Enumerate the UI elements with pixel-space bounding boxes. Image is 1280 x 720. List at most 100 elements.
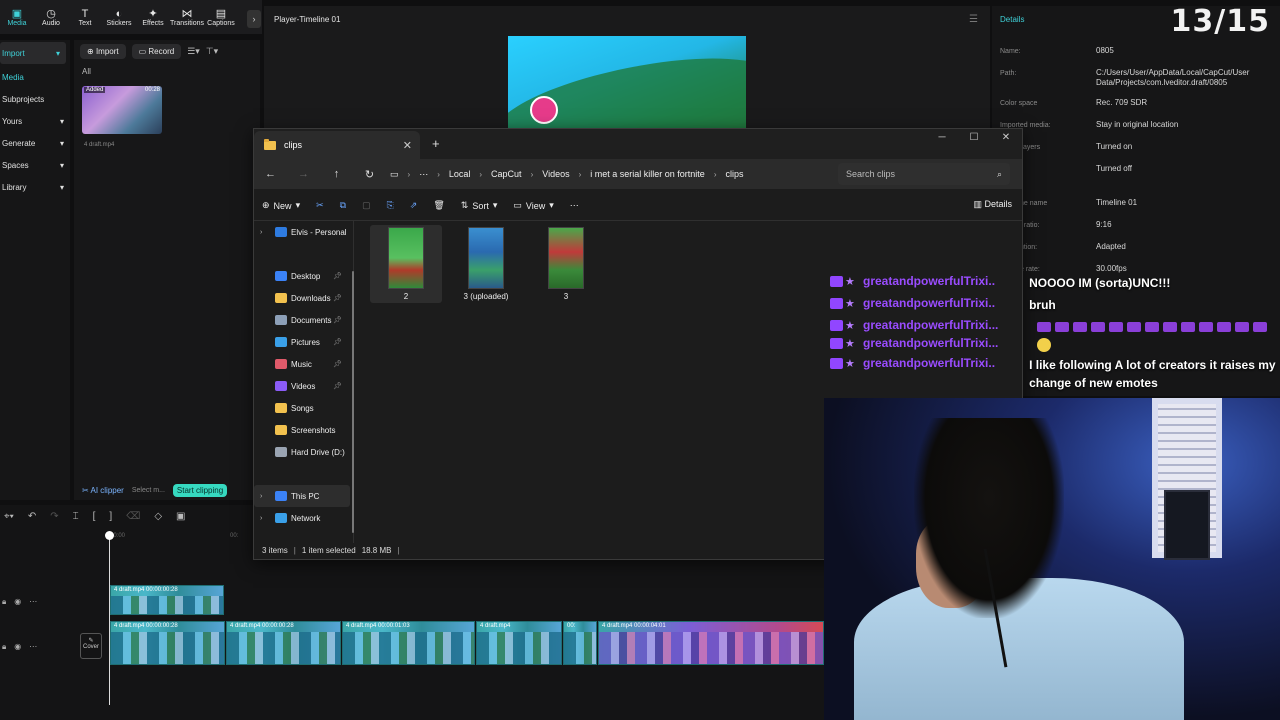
- nav-scrollbar[interactable]: [352, 271, 354, 533]
- redo-icon[interactable]: ↷: [50, 511, 58, 522]
- details-pane-button[interactable]: ▥ Details: [973, 199, 1012, 210]
- trim-right-icon[interactable]: ]: [109, 511, 112, 522]
- nav-item-network[interactable]: › Network: [254, 507, 350, 529]
- undo-icon[interactable]: ↶: [28, 511, 36, 522]
- copy-button[interactable]: ⧉: [332, 200, 354, 211]
- file-item[interactable]: 3 (uploaded): [450, 225, 522, 303]
- media-thumbnail[interactable]: Added 00:28: [82, 86, 162, 134]
- monitor-icon[interactable]: ▭: [390, 169, 399, 180]
- nav-item-hard-drive[interactable]: Hard Drive (D:): [254, 441, 350, 463]
- crop-icon[interactable]: ▣: [176, 511, 185, 522]
- chevron-right-icon[interactable]: ›: [247, 10, 261, 28]
- paste-button[interactable]: ▢: [354, 200, 379, 211]
- tab-clips[interactable]: clips ✕: [254, 131, 420, 159]
- timeline-clip[interactable]: 4 draft.mp4: [476, 621, 562, 665]
- breadcrumb-item[interactable]: CapCut: [491, 169, 522, 179]
- sort-icon[interactable]: ☰▾: [187, 46, 200, 57]
- close-icon[interactable]: ✕: [403, 139, 412, 152]
- rename-button[interactable]: ⎘: [379, 200, 402, 211]
- breadcrumb-item[interactable]: clips: [725, 169, 743, 179]
- menu-icon[interactable]: ☰: [969, 14, 978, 25]
- nav-item-documents[interactable]: Documents 📌︎: [254, 309, 350, 331]
- nav-item-desktop[interactable]: Desktop 📌︎: [254, 265, 350, 287]
- nav-item-music[interactable]: Music 📌︎: [254, 353, 350, 375]
- file-item[interactable]: 2: [370, 225, 442, 303]
- timeline-clip[interactable]: 00:: [563, 621, 597, 665]
- share-button[interactable]: ⇗: [402, 200, 426, 211]
- sort-button[interactable]: ⇅ Sort ▾: [453, 200, 506, 211]
- refresh-icon[interactable]: ↻: [353, 168, 386, 181]
- delete-button[interactable]: 🗑︎: [425, 200, 452, 211]
- file-item[interactable]: 3: [530, 225, 602, 303]
- ai-clipper-button[interactable]: ✂ AI clipper: [82, 486, 124, 495]
- tool-audio[interactable]: ◷ Audio: [34, 0, 68, 34]
- split-icon[interactable]: ⌶: [73, 511, 79, 522]
- cut-button[interactable]: ✂: [308, 200, 332, 211]
- sidebar-item-subprojects[interactable]: Subprojects: [0, 88, 70, 110]
- more-icon[interactable]: ⋯: [29, 642, 37, 652]
- more-icon[interactable]: ⋯: [419, 169, 428, 180]
- search-input[interactable]: Search clips ⌕: [838, 163, 1010, 185]
- select-tool-icon[interactable]: ⌖▾: [4, 511, 14, 522]
- nav-item-videos[interactable]: Videos 📌︎: [254, 375, 350, 397]
- more-icon[interactable]: ⋯: [29, 597, 37, 607]
- view-button[interactable]: ▭ View ▾: [505, 200, 561, 211]
- filter-icon[interactable]: ⊤▾: [206, 46, 218, 57]
- timeline-clip[interactable]: 4 draft.mp4 00:00:01:03: [342, 621, 475, 665]
- tool-stickers[interactable]: ◐ Stickers: [102, 0, 136, 34]
- new-button[interactable]: ⊕ New ▾: [254, 200, 308, 211]
- sidebar-item-generate[interactable]: Generate ▾: [0, 132, 70, 154]
- minimize-icon[interactable]: ─: [926, 129, 958, 149]
- record-button[interactable]: ▭ Record: [131, 44, 182, 59]
- breadcrumb-item[interactable]: Videos: [542, 169, 569, 179]
- timeline-clip[interactable]: 4 draft.mp4 00:00:00:28: [110, 621, 225, 665]
- filter-all[interactable]: All: [74, 63, 260, 80]
- up-icon[interactable]: ↑: [320, 168, 353, 180]
- tool-captions[interactable]: ▤ Captions: [204, 0, 238, 34]
- sidebar-item-yours[interactable]: Yours ▾: [0, 110, 70, 132]
- delete-icon[interactable]: ⌫: [126, 511, 140, 522]
- sidebar-item-import[interactable]: Import ▾: [0, 42, 66, 64]
- more-options-button[interactable]: ⋯: [562, 200, 587, 211]
- back-icon[interactable]: ←: [254, 168, 287, 180]
- sidebar-item-spaces[interactable]: Spaces ▾: [0, 154, 70, 176]
- timeline-clip[interactable]: 4 draft.mp4 00:00:00:28: [110, 585, 224, 615]
- breadcrumb-item[interactable]: i met a serial killer on fortnite: [590, 169, 705, 179]
- import-button[interactable]: ⊕ Import: [80, 44, 126, 59]
- sidebar-item-media[interactable]: Media: [0, 66, 70, 88]
- sidebar-item-library[interactable]: Library ▾: [0, 176, 70, 198]
- forward-icon[interactable]: →: [287, 168, 320, 180]
- details-value: C:/Users/User/AppData/Local/CapCut/User …: [1096, 68, 1250, 87]
- eye-icon[interactable]: ◉: [14, 642, 21, 652]
- breadcrumb-item[interactable]: Local: [449, 169, 471, 179]
- tool-transitions[interactable]: ⋈ Transitions: [170, 0, 204, 34]
- tool-media[interactable]: ▣ Media: [0, 0, 34, 34]
- video-preview[interactable]: [508, 36, 746, 130]
- nav-item-pictures[interactable]: Pictures 📌︎: [254, 331, 350, 353]
- nav-item-this-pc[interactable]: › This PC: [254, 485, 350, 507]
- eye-icon[interactable]: ◉: [14, 597, 21, 607]
- start-clipping-button[interactable]: Start clipping: [172, 483, 228, 497]
- playhead[interactable]: [105, 531, 114, 705]
- lock-icon[interactable]: 🔒︎: [2, 642, 6, 652]
- select-media-dropdown[interactable]: Select m...: [132, 487, 165, 494]
- nav-item-songs[interactable]: Songs: [254, 397, 350, 419]
- chevron-right-icon: ›: [578, 169, 582, 179]
- cover-button[interactable]: ✎ Cover: [80, 633, 102, 659]
- trim-left-icon[interactable]: [: [93, 511, 96, 522]
- new-tab-button[interactable]: +: [432, 136, 440, 151]
- nav-item-downloads[interactable]: Downloads 📌︎: [254, 287, 350, 309]
- tool-text[interactable]: T Text: [68, 0, 102, 34]
- nav-item-onedrive[interactable]: › Elvis - Personal: [254, 221, 350, 243]
- timeline-clip[interactable]: 4 draft.mp4 00:00:00:28: [226, 621, 341, 665]
- shield-icon[interactable]: ◇: [154, 511, 162, 522]
- media-icon: ▣: [11, 7, 23, 20]
- lock-icon[interactable]: 🔒︎: [2, 597, 6, 607]
- chevron-down-icon: ▾: [549, 200, 554, 210]
- timeline-clip[interactable]: 4 draft.mp4 00:00:04:01: [598, 621, 824, 665]
- pin-icon: 📌︎: [333, 383, 342, 390]
- maximize-icon[interactable]: ☐: [958, 129, 990, 149]
- tool-effects[interactable]: ✦ Effects: [136, 0, 170, 34]
- nav-item-screenshots[interactable]: Screenshots: [254, 419, 350, 441]
- close-window-icon[interactable]: ✕: [990, 129, 1022, 149]
